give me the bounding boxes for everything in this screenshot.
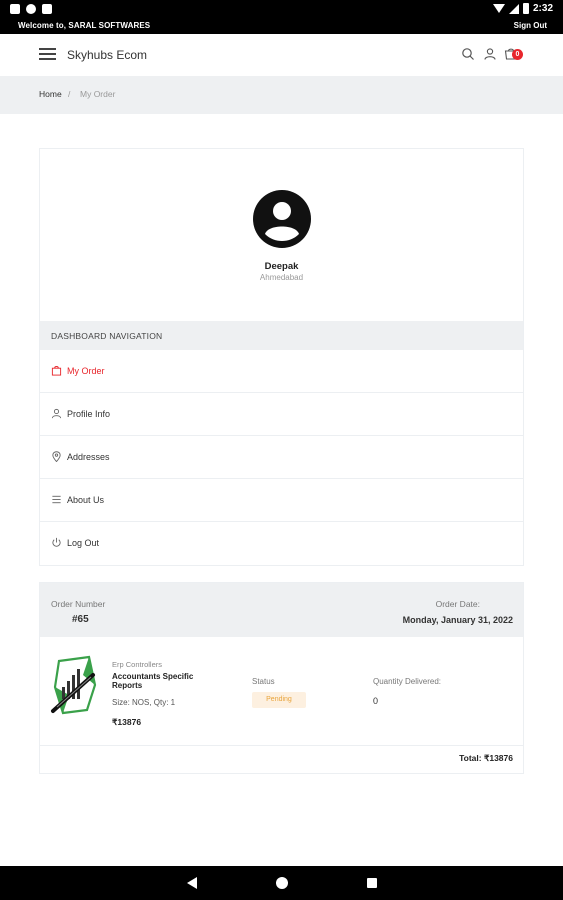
breadcrumb-home[interactable]: Home — [39, 89, 62, 99]
user-icon[interactable] — [483, 47, 497, 61]
cart-count-badge: 0 — [512, 49, 523, 60]
sync-icon — [26, 4, 36, 14]
nav-item-label: My Order — [67, 366, 105, 376]
product-category: Erp Controllers — [112, 660, 163, 669]
welcome-text: Welcome to, SARAL SOFTWARES — [18, 21, 151, 30]
system-indicators: 2:32 — [492, 3, 553, 14]
nav-item-my-order[interactable]: My Order — [40, 350, 523, 393]
breadcrumb: Home / My Order — [0, 76, 563, 114]
dashboard-nav-heading-text: DASHBOARD NAVIGATION — [51, 331, 163, 341]
notification-icon — [10, 4, 20, 14]
power-icon — [52, 537, 61, 547]
profile-card: Deepak Ahmedabad DASHBOARD NAVIGATION My… — [39, 148, 524, 566]
order-header: Order Number #65 Order Date: Monday, Jan… — [40, 583, 523, 637]
quantity-delivered-label: Quantity Delivered: — [373, 677, 442, 686]
list-icon — [52, 495, 61, 504]
home-icon[interactable] — [276, 877, 288, 889]
download-icon — [42, 4, 52, 14]
status-bar: Welcome to, SARAL SOFTWARES 2:32 Sign Ou… — [0, 0, 563, 34]
order-number-label: Order Number — [51, 599, 106, 609]
order-total: Total: ₹13876 — [459, 753, 513, 763]
product-name[interactable]: Accountants Specific Reports — [112, 672, 212, 690]
signal-icon — [508, 3, 519, 14]
breadcrumb-current: My Order — [80, 89, 116, 99]
nav-item-log-out[interactable]: Log Out — [40, 522, 523, 565]
order-card: Order Number #65 Order Date: Monday, Jan… — [39, 582, 524, 774]
dashboard-nav-heading: DASHBOARD NAVIGATION — [40, 321, 523, 350]
menu-icon[interactable] — [39, 48, 56, 60]
app-header: Skyhubs Ecom 0 — [0, 34, 563, 76]
search-icon[interactable] — [461, 47, 475, 61]
nav-item-about-us[interactable]: About Us — [40, 479, 523, 522]
quantity-delivered-value: 0 — [373, 696, 379, 706]
nav-item-addresses[interactable]: Addresses — [40, 436, 523, 479]
user-city: Ahmedabad — [259, 273, 304, 282]
status-label: Status — [252, 677, 275, 686]
user-icon — [51, 408, 62, 419]
product-thumbnail[interactable] — [49, 655, 101, 717]
back-icon[interactable] — [187, 877, 197, 889]
sign-out-link[interactable]: Sign Out — [514, 21, 547, 30]
divider — [40, 745, 523, 746]
nav-item-label: About Us — [67, 495, 105, 505]
location-pin-icon — [52, 451, 61, 462]
nav-item-label: Addresses — [67, 452, 110, 462]
product-price: ₹13876 — [112, 717, 142, 727]
product-size-qty: Size: NOS, Qty: 1 — [112, 698, 176, 707]
recent-apps-icon[interactable] — [367, 878, 377, 888]
clock: 2:32 — [532, 3, 553, 14]
wifi-icon — [492, 4, 505, 13]
order-date-label: Order Date: — [435, 599, 480, 609]
notification-icons — [10, 4, 52, 14]
order-date: Monday, January 31, 2022 — [402, 615, 513, 625]
order-number: #65 — [72, 614, 89, 625]
user-name: Deepak — [264, 261, 299, 272]
brand-name[interactable]: Skyhubs Ecom — [67, 48, 147, 62]
status-badge: Pending — [252, 692, 306, 708]
system-nav-bar — [0, 866, 563, 900]
breadcrumb-separator: / — [68, 89, 71, 99]
bag-icon — [51, 366, 62, 376]
nav-item-label: Log Out — [67, 538, 100, 548]
battery-icon — [522, 3, 529, 14]
avatar-icon — [253, 190, 311, 248]
nav-item-label: Profile Info — [67, 409, 111, 419]
nav-item-profile-info[interactable]: Profile Info — [40, 393, 523, 436]
